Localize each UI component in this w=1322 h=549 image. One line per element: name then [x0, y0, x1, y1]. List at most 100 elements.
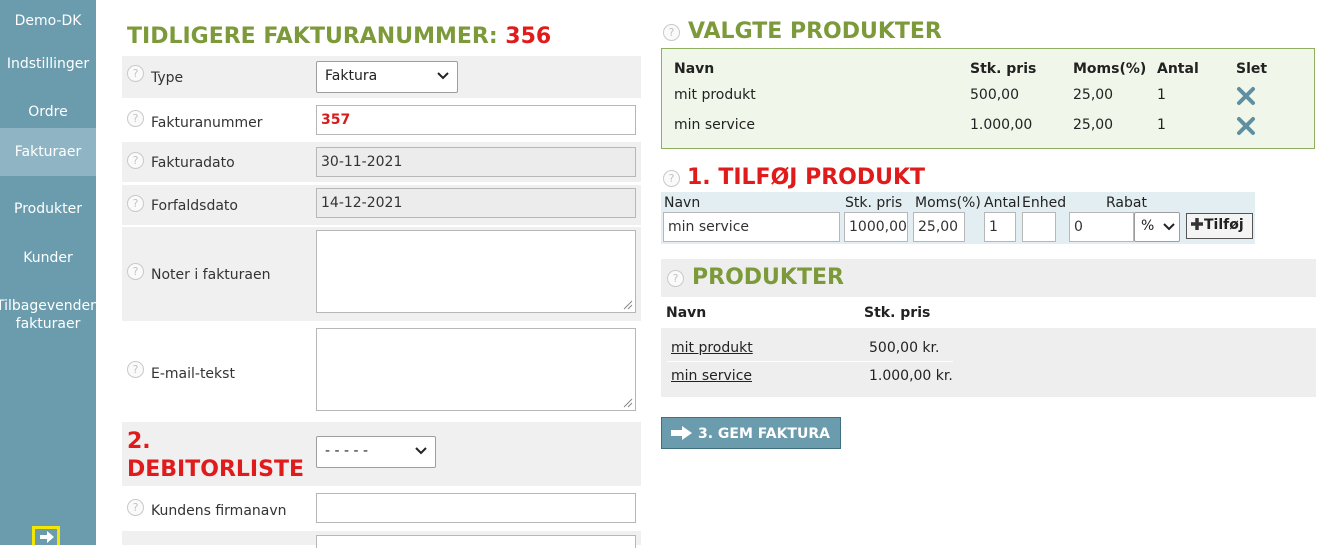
col-header-delete: Slet	[1236, 61, 1268, 77]
delete-icon[interactable]	[1236, 86, 1256, 106]
selected-row-name: mit produkt	[674, 87, 756, 103]
selected-row-qty: 1	[1157, 87, 1166, 103]
next-input[interactable]	[316, 535, 636, 548]
add-button-label: Tilføj	[1204, 217, 1244, 233]
sidebar-item-kunder[interactable]: Kunder	[0, 249, 96, 267]
help-icon[interactable]: ?	[127, 195, 144, 212]
products-col-name: Navn	[666, 305, 707, 321]
sidebar-item-demo-dk[interactable]: Demo-DK	[0, 12, 96, 30]
col-header-price: Stk. pris	[970, 61, 1037, 77]
email-text-label: E-mail-tekst	[151, 366, 235, 382]
add-discount-input[interactable]: 0	[1069, 212, 1134, 242]
sidebar-item-produkter[interactable]: Produkter	[0, 200, 96, 218]
save-invoice-button[interactable]: 3. GEM FAKTURA	[661, 417, 841, 449]
add-unit-input[interactable]	[1022, 212, 1056, 242]
title-label: TIDLIGERE FAKTURANUMMER:	[127, 24, 506, 49]
chevron-down-icon	[437, 72, 449, 80]
products-title: PRODUKTER	[692, 265, 844, 290]
products-list: mit produkt 500,00 kr. min service 1.000…	[661, 328, 1316, 397]
delete-icon[interactable]	[1236, 116, 1256, 136]
notes-label: Noter i fakturaen	[151, 267, 271, 283]
save-button-label: 3. GEM FAKTURA	[698, 426, 830, 442]
due-date-input[interactable]: 14-12-2021	[316, 188, 636, 218]
plus-icon	[1191, 218, 1203, 230]
invoice-number-label: Fakturanummer	[151, 115, 263, 131]
logout-icon[interactable]	[32, 526, 60, 549]
chevron-down-icon	[1163, 223, 1175, 231]
help-icon[interactable]: ?	[663, 170, 680, 187]
help-icon[interactable]: ?	[127, 499, 144, 516]
invoice-date-label: Fakturadato	[151, 155, 235, 171]
resize-grip-icon[interactable]	[623, 398, 633, 408]
email-text-row: ? E-mail-tekst	[122, 323, 641, 417]
row-divider	[667, 361, 953, 362]
help-icon[interactable]: ?	[127, 152, 144, 169]
discount-type-value: %	[1141, 218, 1155, 234]
sidebar-item-indstillinger[interactable]: Indstillinger	[0, 55, 96, 73]
company-name-label: Kundens firmanavn	[151, 503, 287, 519]
add-product-form: Navn Stk. pris Moms(%) Antal Enhed Rabat…	[661, 192, 1255, 244]
notes-row: ? Noter i fakturaen	[122, 227, 641, 321]
add-qty-input[interactable]: 1	[984, 212, 1016, 242]
add-product-button[interactable]: Tilføj	[1186, 213, 1253, 239]
type-label: Type	[151, 70, 184, 86]
invoice-date-row: ? Fakturadato 30-11-2021	[122, 142, 641, 182]
selected-row-vat: 25,00	[1073, 87, 1114, 103]
selected-products-title: VALGTE PRODUKTER	[688, 19, 942, 44]
email-textarea[interactable]	[316, 328, 636, 411]
add-discount-label: Rabat	[1106, 195, 1147, 211]
selected-row-price: 1.000,00	[970, 117, 1033, 133]
sidebar-item-label: Tilbagevendende	[0, 298, 117, 314]
add-price-label: Stk. pris	[845, 195, 903, 211]
selected-row-qty: 1	[1157, 117, 1166, 133]
product-link[interactable]: mit produkt	[671, 340, 753, 356]
invoice-number-row: ? Fakturanummer 357	[122, 99, 641, 141]
help-icon[interactable]: ?	[127, 263, 144, 280]
debtor-title-line: 2.	[127, 429, 151, 454]
due-date-row: ? Forfaldsdato 14-12-2021	[122, 185, 641, 225]
company-name-input[interactable]	[316, 493, 636, 523]
add-unit-label: Enhed	[1022, 195, 1067, 211]
help-icon[interactable]: ?	[127, 65, 144, 82]
selected-products-table: Navn Stk. pris Moms(%) Antal Slet mit pr…	[661, 48, 1315, 149]
help-icon[interactable]: ?	[127, 361, 144, 378]
add-name-label: Navn	[664, 195, 701, 211]
product-link[interactable]: min service	[671, 368, 752, 384]
add-vat-label: Moms(%)	[915, 195, 981, 211]
type-select[interactable]: Faktura	[316, 61, 458, 93]
add-name-input[interactable]: min service	[663, 212, 840, 242]
help-icon[interactable]: ?	[667, 270, 684, 287]
previous-invoice-number: 356	[505, 24, 552, 49]
sidebar-item-ordre[interactable]: Ordre	[0, 103, 96, 121]
previous-invoice-title: TIDLIGERE FAKTURANUMMER: 356	[127, 24, 551, 49]
invoice-number-input[interactable]: 357	[316, 105, 636, 135]
company-name-row: ? Kundens firmanavn	[122, 488, 641, 530]
sidebar-item-fakturaer[interactable]: Fakturaer	[0, 128, 96, 176]
sidebar: Demo-DK Indstillinger Ordre Fakturaer Pr…	[0, 0, 117, 545]
products-header: ? PRODUKTER	[661, 259, 1316, 297]
add-qty-label: Antal	[984, 195, 1021, 211]
help-icon[interactable]: ?	[127, 110, 144, 127]
add-product-title: 1. TILFØJ PRODUKT	[687, 165, 926, 190]
debtor-title-line: DEBITORLISTE	[127, 457, 304, 482]
debtor-list-title: 2. DEBITORLISTE	[127, 428, 304, 484]
due-date-label: Forfaldsdato	[151, 198, 238, 214]
selected-row-name: min service	[674, 117, 755, 133]
col-header-qty: Antal	[1157, 61, 1199, 77]
resize-grip-icon[interactable]	[623, 300, 633, 310]
product-price: 500,00 kr.	[869, 340, 940, 356]
col-header-name: Navn	[674, 61, 715, 77]
debtor-select[interactable]: - - - - -	[316, 436, 436, 468]
add-vat-input[interactable]: 25,00	[913, 212, 965, 242]
debtor-select-value: - - - - -	[325, 443, 369, 459]
product-price: 1.000,00 kr.	[869, 368, 953, 384]
sidebar-item-label: fakturaer	[15, 316, 81, 332]
add-price-input[interactable]: 1000,00	[844, 212, 908, 242]
notes-textarea[interactable]	[316, 230, 636, 313]
products-col-price: Stk. pris	[864, 305, 931, 321]
type-select-value: Faktura	[325, 68, 378, 84]
discount-type-select[interactable]: %	[1134, 212, 1180, 242]
invoice-date-input[interactable]: 30-11-2021	[316, 147, 636, 177]
sidebar-item-tilbagevendende[interactable]: Tilbagevendende fakturaer	[0, 297, 117, 333]
help-icon[interactable]: ?	[663, 24, 680, 41]
